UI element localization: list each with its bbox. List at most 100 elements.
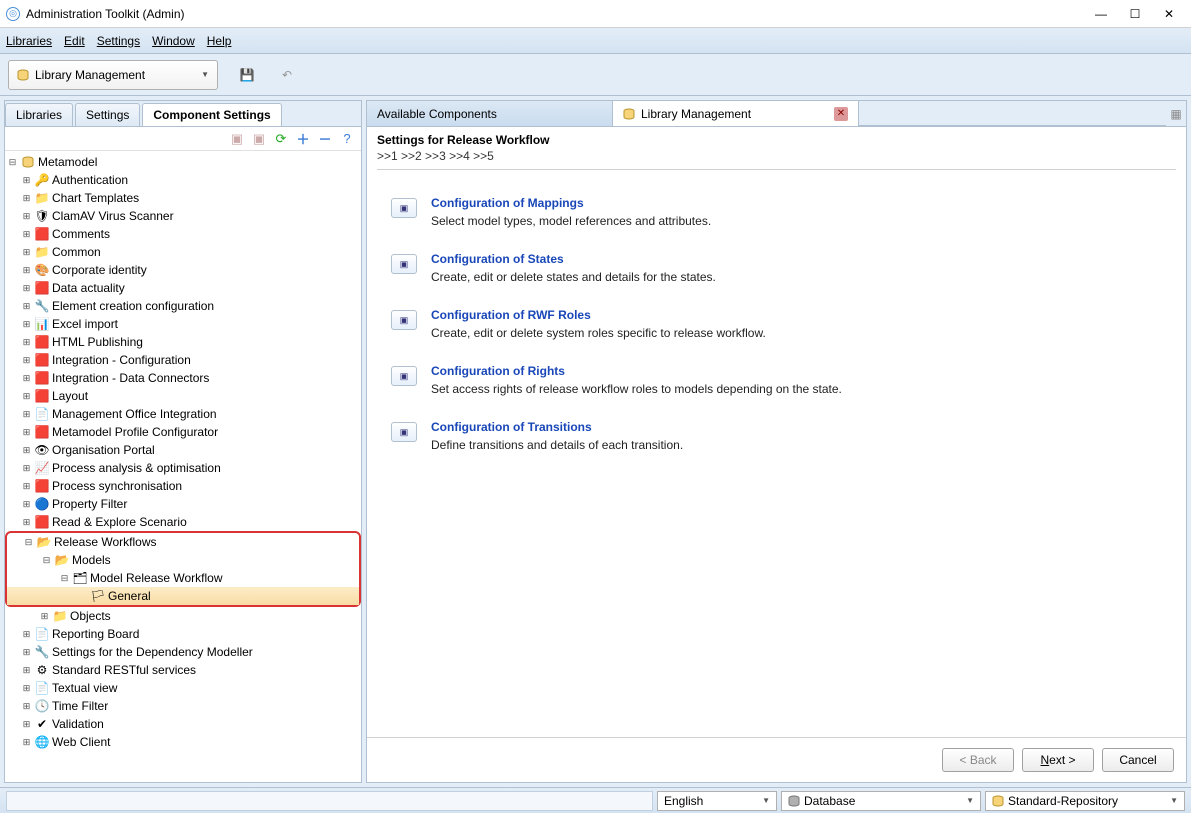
item-icon: 📄 (34, 626, 50, 642)
tree-item[interactable]: ⊞🔧Settings for the Dependency Modeller (5, 643, 361, 661)
tab-settings[interactable]: Settings (75, 103, 140, 126)
tab-library-management[interactable]: Library Management ✕ (613, 101, 859, 126)
right-panel: Available Components Library Management … (366, 100, 1187, 783)
tree-item[interactable]: ⊞🔑Authentication (5, 171, 361, 189)
tree-item[interactable]: ⊞🛡ClamAV Virus Scanner (5, 207, 361, 225)
app-icon: ◎ (6, 7, 20, 21)
tree-item[interactable]: ⊞🟥HTML Publishing (5, 333, 361, 351)
left-panel: Libraries Settings Component Settings ▣ … (4, 100, 362, 783)
database-selector[interactable]: Database▼ (781, 791, 981, 811)
help-icon[interactable]: ? (339, 131, 355, 147)
tree-item[interactable]: ⊞🟥Process synchronisation (5, 477, 361, 495)
chevron-down-icon: ▼ (762, 796, 770, 805)
database-icon (17, 69, 29, 81)
tree-general[interactable]: · 🏳 General (7, 587, 359, 605)
tree-item[interactable]: ⊞👁Organisation Portal (5, 441, 361, 459)
tree-item[interactable]: ⊞📈Process analysis & optimisation (5, 459, 361, 477)
tab-libraries[interactable]: Libraries (5, 103, 73, 126)
right-body: Settings for Release Workflow >>1 >>2 >>… (367, 127, 1186, 737)
config-item-title[interactable]: Configuration of Mappings (431, 196, 711, 210)
tree-item[interactable]: ⊞🟥Data actuality (5, 279, 361, 297)
close-button[interactable]: ✕ (1153, 3, 1185, 25)
config-item: ▣Configuration of RightsSet access right… (377, 364, 1176, 396)
tree-item[interactable]: ⊞🟥Integration - Data Connectors (5, 369, 361, 387)
item-icon: 🔑 (34, 172, 50, 188)
config-item-title[interactable]: Configuration of States (431, 252, 716, 266)
tree-item[interactable]: ⊞🔵Property Filter (5, 495, 361, 513)
config-item-title[interactable]: Configuration of Transitions (431, 420, 683, 434)
tree-item[interactable]: ⊞🟥Metamodel Profile Configurator (5, 423, 361, 441)
tree-item[interactable]: ⊞📄Textual view (5, 679, 361, 697)
tree-release-workflows[interactable]: ⊟ 📂 Release Workflows (7, 533, 359, 551)
item-icon: 📁 (34, 190, 50, 206)
breadcrumb[interactable]: >>1 >>2 >>3 >>4 >>5 (377, 147, 1176, 170)
toolbar: Library Management ▼ 💾 ↶ (0, 54, 1191, 96)
item-icon: 🟥 (34, 352, 50, 368)
menu-help[interactable]: Help (207, 34, 232, 48)
menu-libraries[interactable]: Libraries (6, 34, 52, 48)
folder-icon: 📁 (52, 608, 68, 624)
undo-icon[interactable]: ↶ (276, 64, 298, 86)
repository-selector[interactable]: Standard-Repository▼ (985, 791, 1185, 811)
tree-model-release-workflow[interactable]: ⊟ 🗂 Model Release Workflow (7, 569, 359, 587)
item-icon: ⚙ (34, 662, 50, 678)
tab-available-components[interactable]: Available Components (367, 101, 613, 126)
tree-item[interactable]: ⊞📁Common (5, 243, 361, 261)
item-icon: 🟥 (34, 388, 50, 404)
tree-objects[interactable]: ⊞ 📁 Objects (5, 607, 361, 625)
item-icon: 📄 (34, 406, 50, 422)
config-item-desc: Select model types, model references and… (431, 214, 711, 228)
tree-action-2-icon[interactable]: ▣ (251, 131, 267, 147)
item-icon: 🟥 (34, 370, 50, 386)
add-icon[interactable]: ＋ (295, 131, 311, 147)
tree-item[interactable]: ⊞📊Excel import (5, 315, 361, 333)
maximize-button[interactable]: ☐ (1119, 3, 1151, 25)
tree-item[interactable]: ⊞🟥Read & Explore Scenario (5, 513, 361, 531)
item-icon: 🟥 (34, 226, 50, 242)
tree-item[interactable]: ⊞🕓Time Filter (5, 697, 361, 715)
minimize-button[interactable]: — (1085, 3, 1117, 25)
tree-item[interactable]: ⊞✔Validation (5, 715, 361, 733)
back-button[interactable]: < Back (942, 748, 1014, 772)
close-tab-icon[interactable]: ✕ (834, 107, 848, 121)
workflow-icon: 🗂 (72, 570, 88, 586)
tree-item[interactable]: ⊞🟥Layout (5, 387, 361, 405)
tree-item[interactable]: ⊞📄Reporting Board (5, 625, 361, 643)
menu-settings[interactable]: Settings (97, 34, 140, 48)
tab-component-settings[interactable]: Component Settings (142, 103, 281, 126)
tree-root[interactable]: ⊟ Metamodel (5, 153, 361, 171)
tree: ⊟ Metamodel ⊞🔑Authentication⊞📁Chart Temp… (5, 151, 361, 782)
tree-item[interactable]: ⊞⚙Standard RESTful services (5, 661, 361, 679)
tree-item[interactable]: ⊞🔧Element creation configuration (5, 297, 361, 315)
config-item-icon: ▣ (391, 198, 417, 218)
tree-item[interactable]: ⊞🟥Integration - Configuration (5, 351, 361, 369)
config-item-icon: ▣ (391, 422, 417, 442)
tree-item[interactable]: ⊞📄Management Office Integration (5, 405, 361, 423)
remove-icon[interactable]: － (317, 131, 333, 147)
config-item-title[interactable]: Configuration of Rights (431, 364, 842, 378)
tree-item[interactable]: ⊞🎨Corporate identity (5, 261, 361, 279)
menu-window[interactable]: Window (152, 34, 195, 48)
tree-item[interactable]: ⊞🌐Web Client (5, 733, 361, 751)
next-button[interactable]: Next > (1022, 748, 1094, 772)
config-item-title[interactable]: Configuration of RWF Roles (431, 308, 766, 322)
item-icon: 🟥 (34, 280, 50, 296)
tree-item[interactable]: ⊞🟥Comments (5, 225, 361, 243)
config-item-desc: Create, edit or delete states and detail… (431, 270, 716, 284)
tree-models[interactable]: ⊟ 📂 Models (7, 551, 359, 569)
item-icon: 📁 (34, 244, 50, 260)
left-tabstrip: Libraries Settings Component Settings (5, 101, 361, 127)
cancel-button[interactable]: Cancel (1102, 748, 1174, 772)
config-item-desc: Define transitions and details of each t… (431, 438, 683, 452)
item-icon: 🕓 (34, 698, 50, 714)
tree-action-1-icon[interactable]: ▣ (229, 131, 245, 147)
tree-item[interactable]: ⊞📁Chart Templates (5, 189, 361, 207)
item-icon: 📈 (34, 460, 50, 476)
library-selector[interactable]: Library Management ▼ (8, 60, 218, 90)
menu-edit[interactable]: Edit (64, 34, 85, 48)
save-icon[interactable]: 💾 (236, 64, 258, 86)
refresh-icon[interactable]: ⟳ (273, 131, 289, 147)
language-selector[interactable]: English▼ (657, 791, 777, 811)
tab-options-icon[interactable]: ▦ (1166, 101, 1186, 126)
tree-toolbar: ▣ ▣ ⟳ ＋ － ? (5, 127, 361, 151)
